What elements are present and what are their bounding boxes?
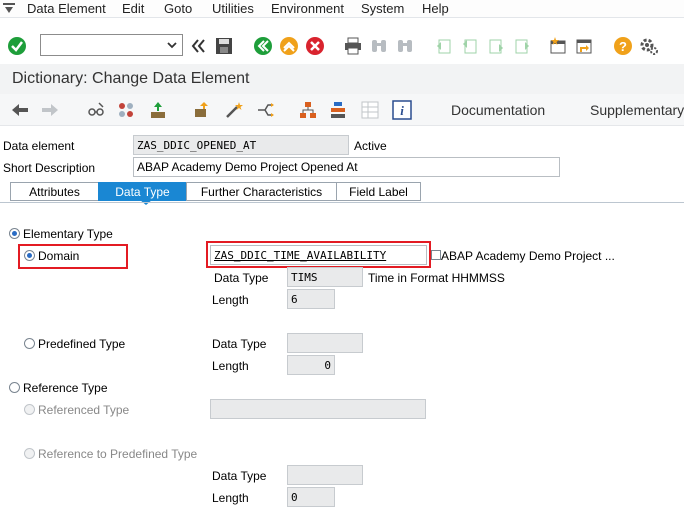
reference-type-radio[interactable] <box>9 382 20 393</box>
menu-system[interactable]: System <box>361 1 404 16</box>
help-icon[interactable]: ? <box>613 36 633 56</box>
command-field[interactable] <box>40 34 183 56</box>
predefined-data-type-label: Data Type <box>212 337 267 351</box>
domain-length-field: 6 <box>287 289 335 309</box>
title-bar: Dictionary: Change Data Element <box>0 64 684 94</box>
reference-type-label: Reference Type <box>23 381 108 395</box>
first-page-icon <box>434 36 454 56</box>
menu-help[interactable]: Help <box>422 1 449 16</box>
application-toolbar: i Documentation Supplementary <box>0 94 684 126</box>
arrow-right-icon[interactable] <box>40 100 60 120</box>
reference-predefined-type-label: Reference to Predefined Type <box>38 447 198 461</box>
create-session-icon[interactable] <box>548 36 568 56</box>
cancel-icon[interactable] <box>305 36 325 56</box>
magic-wand-icon[interactable] <box>224 100 244 120</box>
domain-data-type-description: Time in Format HHMMSS <box>368 271 505 285</box>
command-input[interactable] <box>41 35 161 55</box>
tab-field-label[interactable]: Field Label <box>336 182 421 201</box>
status-text: Active <box>354 139 387 153</box>
svg-text:?: ? <box>619 39 627 54</box>
where-used-icon[interactable] <box>192 100 212 120</box>
tab-data-type[interactable]: Data Type <box>98 182 187 201</box>
info-icon[interactable]: i <box>392 100 412 120</box>
layout-list-icon[interactable] <box>328 100 348 120</box>
settings-gear-icon[interactable] <box>639 36 659 56</box>
enter-check-icon[interactable] <box>7 36 27 56</box>
previous-page-icon <box>460 36 480 56</box>
elementary-type-radio[interactable] <box>9 228 20 239</box>
domain-data-type-label: Data Type <box>210 268 286 288</box>
reference-length-field: 0 <box>287 487 335 507</box>
tab-further-characteristics[interactable]: Further Characteristics <box>186 182 337 201</box>
find-next-icon <box>395 36 415 56</box>
menu-goto[interactable]: Goto <box>164 1 192 16</box>
activate-icon[interactable] <box>148 100 168 120</box>
referenced-type-radio <box>24 404 35 415</box>
navigation-icon[interactable] <box>256 100 276 120</box>
elementary-type-label: Elementary Type <box>23 227 113 241</box>
data-element-field: ZAS_DDIC_OPENED_AT <box>133 135 349 155</box>
menu-environment[interactable]: Environment <box>271 1 344 16</box>
back-icon[interactable] <box>253 36 273 56</box>
arrow-left-icon[interactable] <box>10 100 30 120</box>
short-description-field[interactable]: ABAP Academy Demo Project Opened At <box>133 157 560 177</box>
reference-predefined-type-radio <box>24 448 35 459</box>
documentation-button[interactable]: Documentation <box>451 102 545 118</box>
display-change-icon[interactable] <box>86 100 106 120</box>
predefined-length-field: 0 <box>287 355 335 375</box>
domain-label: Domain <box>38 249 80 263</box>
find-icon <box>369 36 389 56</box>
domain-field[interactable]: ZAS_DDIC_TIME_AVAILABILITY <box>210 245 427 265</box>
menu-edit[interactable]: Edit <box>122 1 144 16</box>
domain-radio[interactable] <box>24 250 35 261</box>
menu-data-element[interactable]: Data Element <box>27 1 106 16</box>
tab-divider <box>0 202 684 203</box>
svg-text:i: i <box>400 103 404 118</box>
predefined-type-label: Predefined Type <box>38 337 126 351</box>
predefined-type-radio[interactable] <box>24 338 35 349</box>
reference-data-type-field <box>287 465 363 485</box>
table-icon <box>360 100 380 120</box>
last-page-icon <box>512 36 532 56</box>
hierarchy-icon[interactable] <box>298 100 318 120</box>
print-icon[interactable] <box>343 36 363 56</box>
menu-icon[interactable] <box>3 3 15 14</box>
referenced-type-field <box>210 399 426 419</box>
exit-icon[interactable] <box>279 36 299 56</box>
shortcut-icon[interactable] <box>574 36 594 56</box>
reference-length-label: Length <box>212 491 249 505</box>
next-page-icon <box>486 36 506 56</box>
save-icon[interactable] <box>214 36 234 56</box>
menu-bar: Data Element Edit Goto Utilities Environ… <box>0 0 684 18</box>
short-description-label: Short Description <box>3 161 96 175</box>
data-element-label: Data element <box>3 139 75 153</box>
supplementary-button[interactable]: Supplementary <box>590 102 684 118</box>
page-title: Dictionary: Change Data Element <box>12 70 250 87</box>
tab-attributes[interactable]: Attributes <box>10 182 99 201</box>
domain-data-type-field: TIMS <box>287 267 363 287</box>
chevron-down-icon[interactable] <box>165 38 179 52</box>
collapse-double-left-icon[interactable] <box>188 36 208 56</box>
reference-data-type-label: Data Type <box>212 469 267 483</box>
domain-description: ABAP Academy Demo Project ... <box>441 249 615 263</box>
value-help-icon[interactable] <box>431 250 441 260</box>
domain-length-label: Length <box>212 293 249 307</box>
referenced-type-label: Referenced Type <box>38 403 130 417</box>
predefined-data-type-field <box>287 333 363 353</box>
active-inactive-icon[interactable] <box>116 100 136 120</box>
menu-utilities[interactable]: Utilities <box>212 1 254 16</box>
predefined-length-label: Length <box>212 359 249 373</box>
